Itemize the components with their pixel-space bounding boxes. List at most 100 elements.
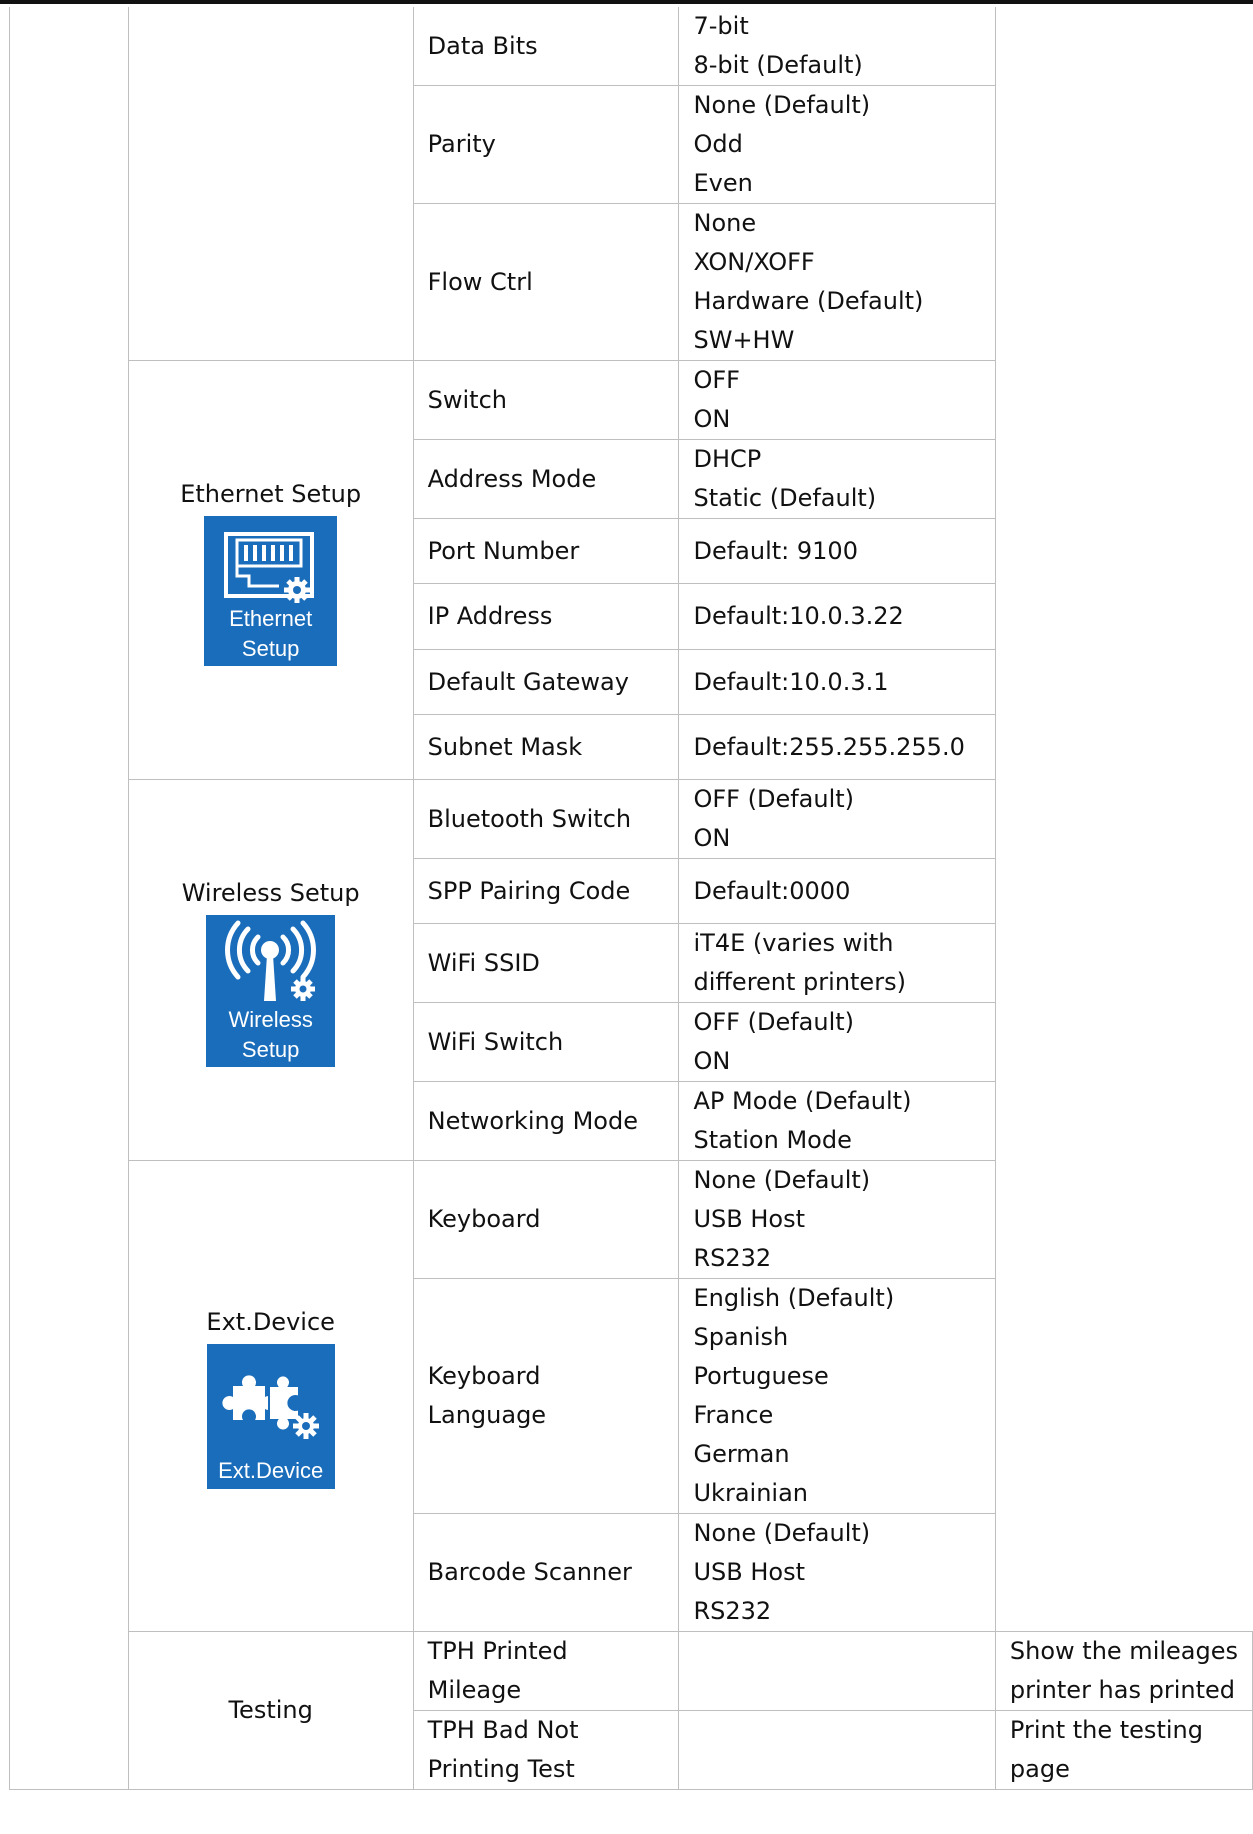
option-text: XON/XOFF [693, 248, 815, 276]
option-text: AP Mode (Default) [693, 1087, 912, 1115]
setting-values: Default:255.255.255.0 [678, 714, 996, 780]
icon-caption: Ethernet [229, 605, 313, 631]
ext-device-tile: Ext.Device [206, 1344, 335, 1489]
setting-values: Default:10.0.3.1 [678, 649, 996, 715]
option-text: 8-bit (Default) [693, 51, 863, 79]
option-text: German [693, 1440, 790, 1468]
setting-label: Default Gateway [412, 649, 680, 715]
setting-values: None (Default) USB Host RS232 [678, 1160, 996, 1279]
description-text: Show the mileages [1009, 1637, 1238, 1665]
menu-title: Ethernet Setup [180, 479, 362, 508]
wireless-setup-tile: Wireless Setup [206, 914, 336, 1067]
setting-values: None (Default) Odd Even [678, 85, 996, 204]
menu-cell-ethernet: Ethernet Setup Ethernet Setup [127, 360, 414, 780]
setting-label: Data Bits [412, 7, 680, 86]
option-text: RS232 [693, 1597, 772, 1625]
setting-values: Default:0000 [678, 858, 996, 924]
option-text: USB Host [693, 1205, 806, 1233]
option-text: Spanish [693, 1323, 789, 1351]
test-description: Print the testing page [994, 1710, 1253, 1790]
option-text: OFF [693, 366, 740, 394]
setting-label: Keyboard Language [412, 1278, 680, 1514]
group-label-testing: Testing [127, 1631, 414, 1790]
test-item-label: TPH Bad Not Printing Test [412, 1710, 680, 1790]
setting-values: AP Mode (Default) Station Mode [678, 1081, 996, 1161]
option-text: DHCP [693, 445, 762, 473]
icon-caption: Setup [241, 1036, 300, 1062]
option-text: France [693, 1401, 774, 1429]
setting-label: Barcode Scanner [412, 1513, 680, 1632]
option-text: OFF (Default) [693, 1008, 855, 1036]
setting-label: Flow Ctrl [412, 203, 680, 361]
option-text: Ukrainian [693, 1479, 808, 1507]
setting-label: Networking Mode [412, 1081, 680, 1161]
option-text: Static (Default) [693, 484, 877, 512]
icon-caption: Setup [241, 635, 300, 661]
option-text: iT4E (varies with [693, 929, 894, 957]
icon-caption: Ext.Device [218, 1458, 324, 1483]
option-text: USB Host [693, 1558, 806, 1586]
menu-title: Wireless Setup [181, 878, 360, 907]
setting-label: Subnet Mask [412, 714, 680, 780]
option-text: Odd [693, 130, 743, 158]
menu-cell-ext-device: Ext.Device Ext.Device [127, 1160, 414, 1632]
option-text: English (Default) [693, 1284, 895, 1312]
group-cell-empty [9, 7, 129, 1790]
setting-values: None XON/XOFF Hardware (Default) SW+HW [678, 203, 996, 361]
puzzle-gear-icon [222, 1374, 319, 1439]
setting-label: Keyboard [412, 1160, 680, 1279]
option-text: Portuguese [693, 1362, 829, 1390]
setting-values: OFF (Default) ON [678, 779, 996, 859]
top-rule [0, 0, 1253, 4]
option-text: Hardware (Default) [693, 287, 924, 315]
setting-values: English (Default) Spanish Portuguese Fra… [678, 1278, 996, 1514]
ethernet-setup-tile: Ethernet Setup [204, 515, 338, 666]
table-row: Ext.Device Ext.Device Keyboard None (Def… [10, 1160, 1253, 1632]
description-text: printer has printed [1009, 1676, 1235, 1704]
option-text: 7-bit [693, 12, 749, 40]
test-item-label: TPH Printed Mileage [412, 1631, 680, 1711]
option-text: SW+HW [693, 326, 795, 354]
setting-values: iT4E (varies with different printers) [678, 923, 996, 1003]
test-description: Show the mileages printer has printed [994, 1631, 1253, 1711]
setting-values: OFF (Default) ON [678, 1002, 996, 1082]
icon-caption: Wireless [228, 1006, 313, 1032]
table-row: Testing TPH Printed Mileage Show the mil… [10, 1631, 1253, 1790]
option-text: different printers) [693, 968, 906, 996]
option-text: None [693, 209, 757, 237]
setting-label: WiFi Switch [412, 1002, 680, 1082]
setting-values: Default:10.0.3.22 [678, 583, 996, 650]
option-text: RS232 [693, 1244, 772, 1272]
setting-label: WiFi SSID [412, 923, 680, 1003]
option-text: OFF (Default) [693, 785, 855, 813]
option-text: None (Default) [693, 1166, 871, 1194]
option-text: ON [693, 405, 731, 433]
test-empty-cell [678, 1631, 996, 1711]
setting-label: IP Address [412, 583, 680, 650]
setting-label: Switch [412, 360, 680, 440]
option-text: ON [693, 1047, 731, 1075]
option-text: ON [693, 824, 731, 852]
settings-table: Data Bits 7-bit 8-bit (Default) Parity N… [9, 7, 1253, 1790]
ethernet-port-gear-icon [224, 531, 315, 603]
option-text: Station Mode [693, 1126, 852, 1154]
table-row: Wireless Setup Wireless Setup Bluetooth … [10, 779, 1253, 1161]
antenna-signal-gear-icon [225, 920, 317, 1001]
test-empty-cell [678, 1710, 996, 1790]
setting-values: 7-bit 8-bit (Default) [678, 7, 996, 86]
setting-values: DHCP Static (Default) [678, 439, 996, 519]
setting-values: OFF ON [678, 360, 996, 440]
option-text: None (Default) [693, 1519, 871, 1547]
option-text: Even [693, 169, 753, 197]
setting-label: SPP Pairing Code [412, 858, 680, 924]
table-row: Data Bits 7-bit 8-bit (Default) [9, 7, 1253, 1790]
menu-cell-wireless: Wireless Setup Wireless Setup [127, 779, 414, 1161]
table-row: Ethernet Setup Ethernet Setup Switch OFF… [10, 360, 1253, 780]
setting-label: Address Mode [412, 439, 680, 519]
setting-label: Port Number [412, 518, 680, 584]
setting-values: Default: 9100 [678, 518, 996, 584]
menu-cell-empty [127, 7, 414, 361]
setting-label: Parity [412, 85, 680, 204]
menu-title: Ext.Device [206, 1308, 335, 1336]
setting-values: None (Default) USB Host RS232 [678, 1513, 996, 1632]
